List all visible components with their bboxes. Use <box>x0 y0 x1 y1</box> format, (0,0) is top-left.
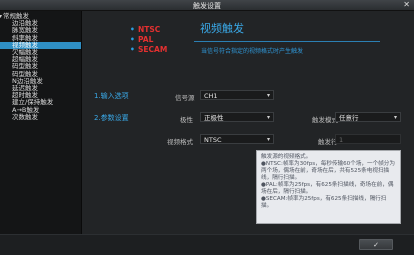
polarity-value: 正极性 <box>204 114 224 122</box>
chevron-down-icon: ▾ <box>266 114 270 121</box>
polarity-select[interactable]: 正极性 ▾ <box>200 112 274 122</box>
title-underline <box>194 41 380 42</box>
tooltip-line: 触发源的视频格式。 <box>261 154 312 160</box>
chevron-down-icon: ▾ <box>393 114 397 121</box>
source-value: CH1 <box>204 92 218 100</box>
standard-ntsc: NTSC <box>130 25 160 35</box>
trigger-line-value: 1 <box>339 136 344 144</box>
dialog-footer <box>0 234 414 255</box>
trigger-mode-value: 任意行 <box>339 114 359 122</box>
param-section-heading: 2.参数设置 <box>94 114 129 122</box>
close-icon[interactable]: ✕ <box>403 0 410 9</box>
source-select[interactable]: CH1 ▾ <box>200 90 274 100</box>
page-title: 视频触发 <box>200 22 244 35</box>
trigger-settings-window: 触发设置 ✕ 常规触发边沿触发脉宽触发斜率触发视频触发欠幅触发超幅触发码型触发码… <box>0 0 414 255</box>
video-format-tooltip: 触发源的视频格式。 ●NTSC:帧率为30fps，每秒传输60个场，一个帧分为两… <box>256 150 401 224</box>
window-title: 触发设置 <box>193 2 221 10</box>
video-format-value: NTSC <box>204 136 222 144</box>
video-format-select[interactable]: NTSC ▾ <box>200 134 274 144</box>
check-icon: ✓ <box>373 241 379 249</box>
source-label: 信号源 <box>175 94 195 102</box>
tooltip-line: ●NTSC:帧率为30fps，每秒传输60个场，一个帧分为两个场，偶场在前，奇场… <box>261 161 395 181</box>
sidebar-item[interactable]: 次数触发 <box>0 112 81 121</box>
polarity-label: 极性 <box>180 116 193 124</box>
trigger-type-sidebar: 常规触发边沿触发脉宽触发斜率触发视频触发欠幅触发超幅触发码型触发码型触发N边沿触… <box>0 11 82 254</box>
title-bar: 触发设置 ✕ <box>0 0 414 11</box>
standard-secam: SECAM <box>130 45 167 55</box>
ok-button[interactable]: ✓ <box>359 239 393 250</box>
trigger-mode-select[interactable]: 任意行 ▾ <box>335 112 401 122</box>
video-format-label: 视频格式 <box>167 138 193 146</box>
page-description: 当信号符合指定的视频格式时产生触发 <box>201 48 304 55</box>
input-section-heading: 1.输入选项 <box>94 92 129 100</box>
sidebar-item-label: 次数触发 <box>12 112 38 121</box>
tooltip-line: ●SECAM:帧率为25fps，有625条扫描线，隔行扫描。 <box>261 196 387 209</box>
chevron-down-icon: ▾ <box>266 92 270 99</box>
standard-pal: PAL <box>130 35 154 45</box>
tooltip-line: ●PAL:帧率为25fps，有625条扫描线，奇场在前，偶场在后，隔行扫描。 <box>261 182 394 195</box>
trigger-line-input[interactable]: 1 <box>335 134 401 144</box>
chevron-down-icon: ▾ <box>266 136 270 143</box>
